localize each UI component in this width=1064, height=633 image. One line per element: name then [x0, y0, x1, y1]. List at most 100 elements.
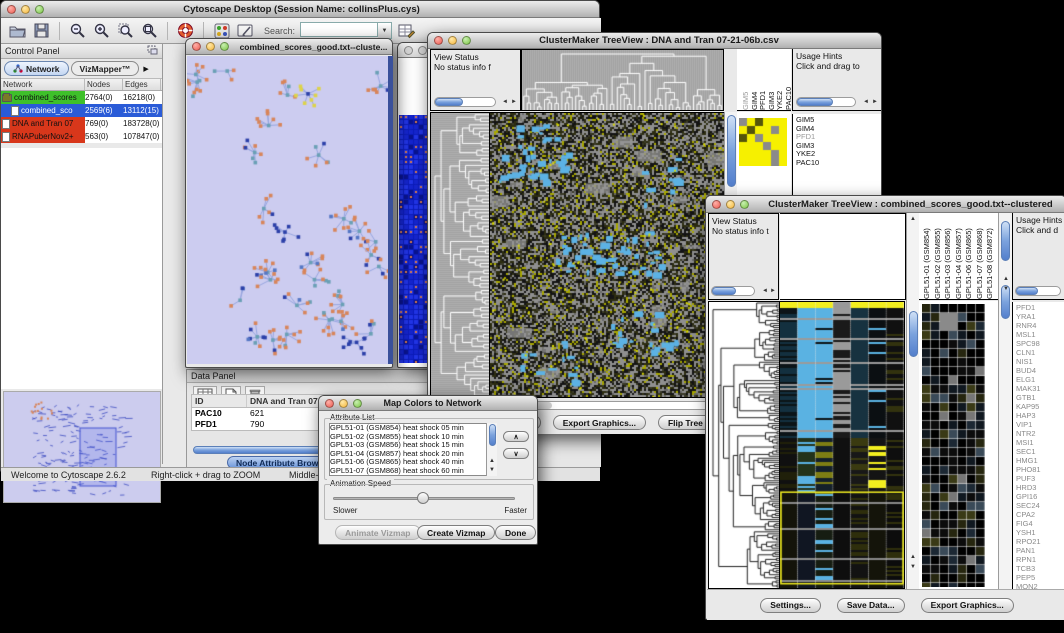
tv2-row-dendrogram[interactable]	[708, 301, 780, 589]
tv2-gene-label[interactable]: HRD3	[1016, 483, 1064, 492]
tv2-gene-label[interactable]: PEP5	[1016, 573, 1064, 582]
tv2-column-label[interactable]: GPL51-08 (GSM872)	[985, 214, 996, 299]
network-table-row[interactable]: DNA and Tran 07 769(0) 183728(0)	[1, 117, 162, 130]
close-button[interactable]	[434, 36, 443, 45]
zoom-button[interactable]	[353, 399, 362, 408]
network-view-title-bar[interactable]: combined_scores_good.txt--cluste...	[186, 39, 392, 55]
tv2-gene-label[interactable]: PHO81	[1016, 465, 1064, 474]
tv2-gene-label[interactable]: CLN1	[1016, 348, 1064, 357]
treeview2-title-bar[interactable]: ClusterMaker TreeView : combined_scores_…	[706, 196, 1064, 213]
tv2-export-graphics-button[interactable]: Export Graphics...	[921, 598, 1014, 613]
network-table-header[interactable]: Network Nodes Edges	[1, 79, 162, 91]
scroll-up-icon[interactable]: ▲	[1003, 275, 1009, 283]
zoom-button[interactable]	[35, 5, 44, 14]
network-overview-canvas[interactable]	[4, 392, 160, 502]
tv2-main-vscrollbar[interactable]: ▲ ▲ ▼	[906, 213, 919, 589]
done-button[interactable]: Done	[495, 525, 536, 540]
tv1-status-hscrollbar[interactable]	[434, 97, 496, 107]
scroll-right-icon[interactable]: ►	[872, 98, 878, 106]
scroll-up-icon[interactable]: ▲	[489, 457, 495, 465]
tv2-gene-label[interactable]: GPI16	[1016, 492, 1064, 501]
float-panel-icon[interactable]	[147, 42, 158, 60]
tv2-gene-label[interactable]: SEC24	[1016, 501, 1064, 510]
minimize-button[interactable]	[206, 42, 215, 51]
tv2-status-hscrollbar[interactable]	[711, 286, 755, 296]
minimize-button[interactable]	[726, 200, 735, 209]
tv1-column-label[interactable]: PAC10	[784, 50, 793, 110]
tv2-column-label[interactable]: GPL51-07 (GSM868)	[975, 214, 986, 299]
scroll-up-icon[interactable]: ▲	[907, 215, 919, 223]
close-button[interactable]	[325, 399, 334, 408]
tv2-gene-label[interactable]: PFD1	[1016, 303, 1064, 312]
tv2-gene-label[interactable]: RPO21	[1016, 537, 1064, 546]
scroll-right-icon[interactable]: ►	[770, 287, 776, 295]
close-button[interactable]	[192, 42, 201, 51]
tab-network[interactable]: Network	[4, 61, 69, 76]
tv1-column-label[interactable]: GIM4	[750, 50, 759, 110]
zoom-fit-icon[interactable]	[140, 21, 159, 40]
tv2-gene-label[interactable]: RNR4	[1016, 321, 1064, 330]
scroll-down-icon[interactable]: ▼	[910, 563, 916, 571]
table-edit-icon[interactable]	[397, 21, 416, 40]
tv2-zoom-heatmap[interactable]	[922, 304, 985, 587]
tab-overflow-icon[interactable]: ▶	[143, 65, 148, 73]
tv2-column-label[interactable]: GPL51-01 (GSM854)	[922, 214, 933, 299]
zoom-button[interactable]	[740, 200, 749, 209]
tv1-column-label[interactable]: GIM5	[741, 50, 750, 110]
network-table-row[interactable]: combined_scores 2764(0) 16218(0)	[1, 91, 162, 104]
tv2-gene-label[interactable]: CPA2	[1016, 510, 1064, 519]
tv2-gene-label[interactable]: BUD4	[1016, 366, 1064, 375]
tv2-gene-label[interactable]: ELG1	[1016, 375, 1064, 384]
tv2-gene-label[interactable]: NIS1	[1016, 357, 1064, 366]
network-overview-panel[interactable]	[3, 391, 161, 503]
tv2-column-label[interactable]: GPL51-02 (GSM855)	[933, 214, 944, 299]
tv1-hints-hscrollbar[interactable]	[796, 97, 856, 107]
tv2-gene-label[interactable]: VIP1	[1016, 420, 1064, 429]
tv2-gene-label[interactable]: HAP3	[1016, 411, 1064, 420]
tv2-column-label[interactable]: GPL51-04 (GSM857)	[954, 214, 965, 299]
zoom-button[interactable]	[220, 42, 229, 51]
scroll-left-icon[interactable]: ◄	[863, 98, 869, 106]
tv2-global-heatmap[interactable]	[780, 301, 905, 589]
tv2-gene-label[interactable]: SPC98	[1016, 339, 1064, 348]
dialog-title-bar[interactable]: Map Colors to Network	[319, 396, 537, 411]
tv1-zoom-heatmap[interactable]	[739, 118, 787, 166]
close-button[interactable]	[404, 46, 413, 55]
tv1-column-label[interactable]: YKE2	[775, 50, 784, 110]
tv1-gene-label[interactable]: PAC10	[796, 159, 881, 168]
tv2-gene-label[interactable]: NTR2	[1016, 429, 1064, 438]
scroll-down-icon[interactable]: ▼	[1003, 285, 1009, 293]
attribute-list-scrollbar[interactable]: ▲ ▼	[486, 423, 497, 476]
close-button[interactable]	[712, 200, 721, 209]
scroll-down-icon[interactable]: ▼	[489, 466, 495, 474]
zoom-in-icon[interactable]	[92, 21, 111, 40]
tv2-save-data-button[interactable]: Save Data...	[837, 598, 905, 613]
tv2-gene-label[interactable]: YSH1	[1016, 528, 1064, 537]
scroll-left-icon[interactable]: ◄	[502, 98, 508, 106]
network-table-row[interactable]: combined_sco 2569(6) 13112(15)	[1, 104, 162, 117]
create-vizmap-button[interactable]: Create Vizmap	[417, 525, 495, 540]
scroll-right-icon[interactable]: ►	[511, 98, 517, 106]
tv2-gene-label[interactable]: RPN1	[1016, 555, 1064, 564]
tv2-gene-label[interactable]: GTB1	[1016, 393, 1064, 402]
treeview1-title-bar[interactable]: ClusterMaker TreeView : DNA and Tran 07-…	[428, 33, 881, 49]
search-input[interactable]	[300, 22, 378, 37]
tv2-gene-label[interactable]: YRA1	[1016, 312, 1064, 321]
tv1-column-label[interactable]: PFD1	[758, 50, 767, 110]
tv1-export-graphics-button[interactable]: Export Graphics...	[553, 415, 646, 430]
minimize-button[interactable]	[339, 399, 348, 408]
tv2-column-dendrogram-area[interactable]	[780, 213, 906, 300]
tv2-gene-label[interactable]: TCB3	[1016, 564, 1064, 573]
tv2-column-label[interactable]: GPL51-03 (GSM856)	[943, 214, 954, 299]
search-dropdown-icon[interactable]: ▼	[378, 22, 392, 39]
scroll-up-icon[interactable]: ▲	[910, 553, 916, 561]
animate-vizmap-button[interactable]: Animate Vizmap	[335, 525, 421, 540]
tv2-gene-label[interactable]: HMG1	[1016, 456, 1064, 465]
zoom-out-icon[interactable]	[68, 21, 87, 40]
move-up-button[interactable]: ∧	[503, 431, 529, 442]
minimize-button[interactable]	[21, 5, 30, 14]
tv1-column-label[interactable]: GIM3	[767, 50, 776, 110]
tab-vizmapper[interactable]: VizMapper™	[71, 61, 140, 76]
zoom-button[interactable]	[462, 36, 471, 45]
attribute-list-item[interactable]: GPL51-07 (GSM868) heat shock 60 min	[330, 467, 496, 476]
